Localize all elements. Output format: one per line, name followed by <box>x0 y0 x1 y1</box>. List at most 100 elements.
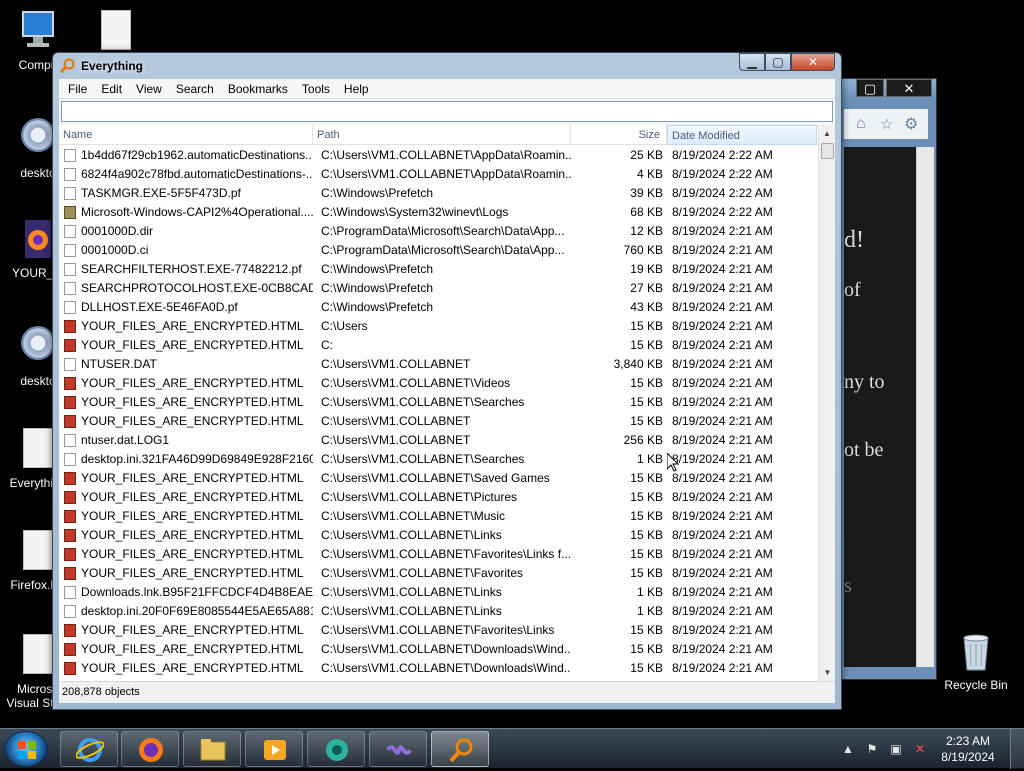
menu-view[interactable]: View <box>129 79 169 98</box>
taskbar-visual-studio[interactable] <box>369 731 427 767</box>
flag-icon[interactable]: ⚑ <box>864 741 880 757</box>
file-name: YOUR_FILES_ARE_ENCRYPTED.HTML <box>81 509 304 523</box>
taskbar-app-5[interactable] <box>307 731 365 767</box>
maximize-button[interactable]: ▢ <box>765 53 791 71</box>
taskbar-media-player[interactable] <box>245 731 303 767</box>
background-browser-window[interactable]: ▢ ✕ ⌂ ☆ ⚙ d! of ny to ot be s <box>835 78 937 680</box>
file-date-modified: 8/19/2024 2:21 AM <box>672 604 773 618</box>
file-date-modified: 8/19/2024 2:22 AM <box>672 205 773 219</box>
table-row[interactable]: YOUR_FILES_ARE_ENCRYPTED.HTML C:\Users\VM… <box>59 393 818 412</box>
table-row[interactable]: SEARCHFILTERHOST.EXE-77482212.pf C:\Windo… <box>59 260 818 279</box>
content-text: d! <box>844 227 864 253</box>
taskbar-internet-explorer[interactable] <box>60 731 118 767</box>
file-path: C:\Users\VM1.COLLABNET\Links <box>321 585 502 599</box>
desktop-icon-file[interactable] <box>78 10 154 58</box>
table-row[interactable]: SEARCHPROTOCOLHOST.EXE-0CB8CADE... C:\Win… <box>59 279 818 298</box>
table-row[interactable]: YOUR_FILES_ARE_ENCRYPTED.HTML C:\Users\VM… <box>59 659 818 678</box>
table-row[interactable]: YOUR_FILES_ARE_ENCRYPTED.HTML C:\Users\VM… <box>59 374 818 393</box>
table-row[interactable]: YOUR_FILES_ARE_ENCRYPTED.HTML C:\Users 15 … <box>59 317 818 336</box>
file-date-modified: 8/19/2024 2:22 AM <box>672 167 773 181</box>
file-size: 1 KB <box>636 604 663 618</box>
taskbar-file-explorer[interactable] <box>183 731 241 767</box>
clock[interactable]: 2:23 AM 8/19/2024 <box>932 733 1004 765</box>
file-date-modified: 8/19/2024 2:21 AM <box>672 585 773 599</box>
file-name: 0001000D.ci <box>81 243 149 257</box>
menu-file[interactable]: File <box>61 79 94 98</box>
menu-search[interactable]: Search <box>169 79 221 98</box>
scroll-up-icon[interactable]: ▲ <box>819 125 835 142</box>
file-size: 4 KB <box>636 167 663 181</box>
search-input[interactable] <box>61 101 833 122</box>
gear-icon[interactable]: ⚙ <box>904 114 918 134</box>
table-row[interactable]: YOUR_FILES_ARE_ENCRYPTED.HTML C:\Users\VM… <box>59 469 818 488</box>
vertical-scrollbar[interactable]: ▲ ▼ <box>818 125 835 681</box>
table-row[interactable]: TASKMGR.EXE-5F5F473D.pf C:\Windows\Prefet… <box>59 184 818 203</box>
file-icon <box>64 225 76 238</box>
table-row[interactable]: 6824f4a902c78fbd.automaticDestinations-.… <box>59 165 818 184</box>
table-row[interactable]: YOUR_FILES_ARE_ENCRYPTED.HTML C:\Users\VM… <box>59 507 818 526</box>
file-size: 43 KB <box>630 300 663 314</box>
table-row[interactable]: DLLHOST.EXE-5E46FA0D.pf C:\Windows\Prefet… <box>59 298 818 317</box>
scroll-down-icon[interactable]: ▼ <box>819 664 836 681</box>
start-button[interactable] <box>4 731 48 767</box>
home-icon[interactable]: ⌂ <box>856 115 866 133</box>
file-size: 68 KB <box>630 205 663 219</box>
file-path: C:\Users\VM1.COLLABNET\Searches <box>321 452 525 466</box>
table-row[interactable]: YOUR_FILES_ARE_ENCRYPTED.HTML C:\Users\VM… <box>59 640 818 659</box>
file-date-modified: 8/19/2024 2:21 AM <box>672 509 773 523</box>
table-row[interactable]: 1b4dd67f29cb1962.automaticDestinations..… <box>59 146 818 165</box>
browser-toolbar: ⌂ ☆ ⚙ <box>844 109 928 139</box>
table-row[interactable]: ntuser.dat.LOG1 C:\Users\VM1.COLLABNET 256… <box>59 431 818 450</box>
file-path: C:\Users\VM1.COLLABNET <box>321 414 471 428</box>
table-row[interactable]: YOUR_FILES_ARE_ENCRYPTED.HTML C:\Users\VM… <box>59 545 818 564</box>
table-row[interactable]: YOUR_FILES_ARE_ENCRYPTED.HTML C: 15 KB 8/19… <box>59 336 818 355</box>
table-row[interactable]: Downloads.lnk.B95F21FFCDCF4D4B8EAE2... C:… <box>59 583 818 602</box>
table-row[interactable]: YOUR_FILES_ARE_ENCRYPTED.HTML C:\Users\VM… <box>59 488 818 507</box>
browser-scrollbar[interactable] <box>916 147 934 667</box>
show-desktop-button[interactable] <box>1010 729 1024 769</box>
table-row[interactable]: desktop.ini.20F0F69E8085544E5AE65A8810..… <box>59 602 818 621</box>
desktop-icon-recycle-bin[interactable]: Recycle Bin <box>936 630 1016 692</box>
network-icon[interactable]: ▣ <box>888 741 904 757</box>
table-row[interactable]: 0001000D.dir C:\ProgramData\Microsoft\Sea… <box>59 222 818 241</box>
html-file-icon <box>64 529 76 542</box>
close-button[interactable]: ✕ <box>791 53 835 71</box>
close-button[interactable]: ✕ <box>886 79 932 97</box>
everything-window[interactable]: Everything ▁ ▢ ✕ File Edit View Search B… <box>52 52 842 710</box>
menu-tools[interactable]: Tools <box>295 79 337 98</box>
column-header-name[interactable]: Name <box>59 125 313 145</box>
star-icon[interactable]: ☆ <box>880 115 893 133</box>
column-header-path[interactable]: Path <box>313 125 571 145</box>
file-icon <box>64 263 76 276</box>
table-row[interactable]: NTUSER.DAT C:\Users\VM1.COLLABNET 3,840 KB… <box>59 355 818 374</box>
menu-help[interactable]: Help <box>337 79 376 98</box>
file-icon <box>97 10 135 54</box>
table-row[interactable]: 0001000D.ci C:\ProgramData\Microsoft\Sear… <box>59 241 818 260</box>
table-row[interactable]: YOUR_FILES_ARE_ENCRYPTED.HTML C:\Users\VM… <box>59 526 818 545</box>
minimize-button[interactable]: ▁ <box>739 53 765 71</box>
title-bar[interactable]: Everything ▁ ▢ ✕ <box>53 53 841 79</box>
volume-muted-icon[interactable]: ✕ <box>912 741 928 757</box>
file-name: NTUSER.DAT <box>81 357 157 371</box>
file-name: YOUR_FILES_ARE_ENCRYPTED.HTML <box>81 319 304 333</box>
html-file-icon <box>64 491 76 504</box>
column-header-size[interactable]: Size <box>571 125 667 145</box>
table-row[interactable]: YOUR_FILES_ARE_ENCRYPTED.HTML C:\Users\VM… <box>59 621 818 640</box>
table-row[interactable]: desktop.ini.321FA46D99D69849E928F21608..… <box>59 450 818 469</box>
maximize-button[interactable]: ▢ <box>856 79 884 97</box>
show-hidden-icons-icon[interactable]: ▲ <box>840 741 856 757</box>
column-header-date-modified[interactable]: Date Modified <box>667 125 817 145</box>
html-file-icon <box>64 510 76 523</box>
status-bar: 208,878 objects <box>59 681 835 703</box>
file-name: desktop.ini.20F0F69E8085544E5AE65A8810..… <box>81 604 313 618</box>
menu-bookmarks[interactable]: Bookmarks <box>221 79 295 98</box>
browser-content: d! of ny to ot be s <box>844 147 916 667</box>
file-name: YOUR_FILES_ARE_ENCRYPTED.HTML <box>81 547 304 561</box>
table-row[interactable]: Microsoft-Windows-CAPI2%4Operational....… <box>59 203 818 222</box>
taskbar-firefox[interactable] <box>121 731 179 767</box>
table-row[interactable]: YOUR_FILES_ARE_ENCRYPTED.HTML C:\Users\VM… <box>59 412 818 431</box>
scroll-thumb[interactable] <box>821 143 834 159</box>
menu-edit[interactable]: Edit <box>94 79 129 98</box>
table-row[interactable]: YOUR_FILES_ARE_ENCRYPTED.HTML C:\Users\VM… <box>59 564 818 583</box>
taskbar-everything[interactable] <box>431 731 489 767</box>
